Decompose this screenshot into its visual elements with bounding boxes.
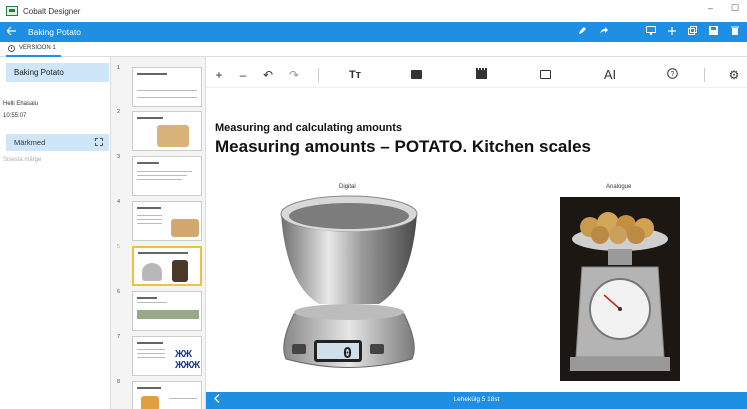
slide-preview[interactable] [132,156,202,196]
notes-input[interactable]: Sisesta märge [3,157,41,163]
maximize-button[interactable]: ☐ [731,3,739,14]
help-circle-icon: ? [666,68,678,79]
last-saved-time: 10:55:07 [3,113,27,119]
settings-button[interactable]: ⚙ [727,67,741,83]
arrow-left-icon [5,26,16,35]
app-logo-icon [6,6,18,16]
share-button[interactable] [597,26,610,38]
save-button[interactable] [707,26,720,38]
pencil-icon [579,27,586,34]
insert-image-button[interactable] [409,67,423,83]
slide-number: 4 [117,199,121,205]
slide-preview[interactable] [132,67,202,107]
video-clapper-icon [475,68,487,79]
add-button[interactable] [665,26,678,38]
thumbnail-slide-6[interactable]: 6 [111,289,205,331]
slide-number: 2 [117,109,121,115]
slide-thumbnails-panel: 1 2 3 4 5 6 7 ЖЖ ЖЖЖ 8 [111,57,206,409]
page-status-bar: Lehekülg 5 18st [206,392,747,409]
window-controls: – ☐ [708,3,739,14]
slide-preview[interactable] [132,111,202,151]
thumbnail-slide-5[interactable]: 5 [111,244,205,286]
document-title: Baking Potato [28,27,81,37]
insert-table-button[interactable] [538,67,552,83]
caption-digital[interactable]: Digital [339,184,356,190]
remove-element-button[interactable]: – [236,67,250,83]
back-button[interactable] [0,26,22,38]
slide-number: 3 [117,154,121,160]
edit-pencil-button[interactable] [576,26,589,38]
thumbnail-slide-3[interactable]: 3 [111,154,205,196]
slide-number: 7 [117,334,121,340]
plus-icon [667,27,676,35]
window-title-bar: Cobalt Designer – ☐ [0,0,747,22]
help-button[interactable]: ? [665,67,679,83]
trash-icon [730,26,739,35]
app-title: Cobalt Designer [23,6,81,16]
delete-button[interactable] [728,26,741,38]
undo-button[interactable]: ↶ [260,67,276,83]
version-bar: VERSIOON 1 [0,42,747,57]
thumbnail-slide-1[interactable]: 1 [111,65,205,107]
caption-analogue[interactable]: Analogue [606,184,631,190]
notes-header[interactable]: Märkmed [6,134,109,151]
slide-preview-active[interactable] [132,246,202,286]
present-button[interactable] [644,26,657,38]
slide-preview[interactable] [132,201,202,241]
clock-icon [8,44,15,52]
slide-number: 1 [117,65,121,71]
slide-number: 5 [117,244,121,250]
slide-title[interactable]: Measuring amounts – POTATO. Kitchen scal… [215,137,591,157]
svg-text:?: ? [670,71,674,78]
screen-icon [645,26,656,35]
expand-icon[interactable] [95,138,103,146]
text-size-button[interactable]: AI [600,67,620,83]
toolbar-divider [318,68,319,82]
sidebar-item-document[interactable]: Baking Potato [6,63,109,82]
slide-preview[interactable] [132,291,202,331]
slide-canvas[interactable]: Measuring and calculating amounts Measur… [206,90,747,392]
analogue-scale-image[interactable] [560,197,680,381]
scale-display-value: 0 [343,344,352,362]
thumbnail-slide-4[interactable]: 4 [111,199,205,241]
thumbnail-slide-7[interactable]: 7 ЖЖ ЖЖЖ [111,334,205,376]
add-element-button[interactable]: + [212,67,226,83]
document-sidebar: Baking Potato Helli Ehasalu 10:55:07 Mär… [0,57,111,409]
slide-number: 8 [117,379,121,385]
header-actions [568,26,741,38]
text-format-button[interactable]: Tт [346,67,364,83]
editor-toolbar: + – ↶ ↷ Tт AI ? ⚙ [206,62,747,88]
copy-icon [688,26,697,35]
copy-button[interactable] [686,26,699,38]
tab-version-1[interactable]: VERSIOON 1 [6,42,61,57]
share-icon [600,27,608,34]
thumbnail-slide-2[interactable]: 2 [111,109,205,151]
slide-number: 6 [117,289,121,295]
redo-button[interactable]: ↷ [286,67,302,83]
insert-video-button[interactable] [474,67,488,83]
slide-subtitle[interactable]: Measuring and calculating amounts [215,122,402,134]
page-indicator: Lehekülg 5 18st [453,396,500,403]
version-label: VERSIOON 1 [19,45,56,51]
image-icon [410,70,422,79]
notes-label: Märkmed [14,138,46,147]
slide-preview[interactable] [132,381,202,409]
toolbar-divider [704,68,705,82]
author-name: Helli Ehasalu [3,101,39,107]
table-icon [539,70,551,79]
digital-scale-image[interactable]: 0 [274,194,424,380]
thumbnail-slide-8[interactable]: 8 [111,379,205,409]
save-disk-icon [709,26,718,35]
minimize-button[interactable]: – [708,3,713,14]
slide-preview[interactable]: ЖЖ ЖЖЖ [132,336,202,376]
document-header: Baking Potato [0,22,747,42]
